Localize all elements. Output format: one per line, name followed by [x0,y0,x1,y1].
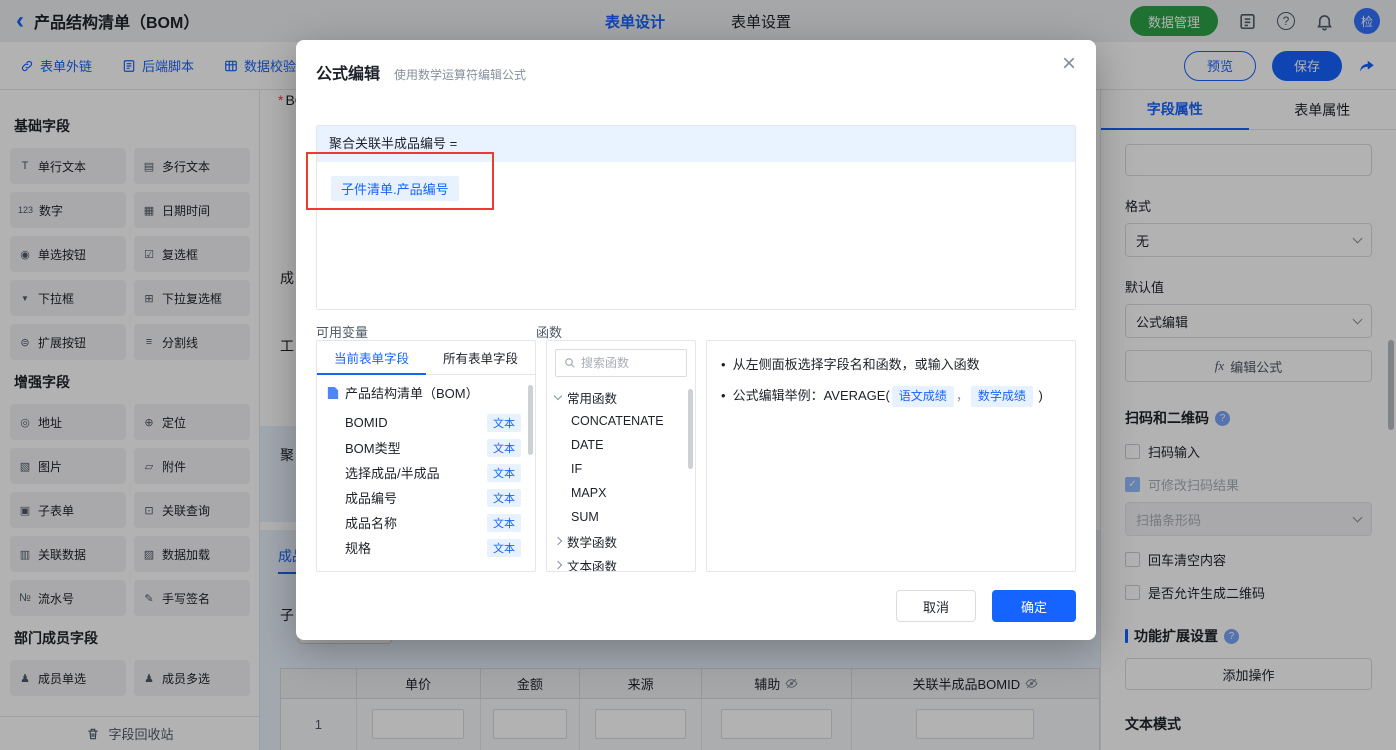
form-tree-root[interactable]: 产品结构清单（BOM） [317,375,535,410]
variable-field-row[interactable]: 成品编号 文本 [317,485,535,510]
functions-label: 函数 [536,325,563,340]
function-group-math[interactable]: 数学函数 [547,529,695,553]
example-field-chip: 语文成绩 [891,385,954,407]
variables-label: 可用变量 [316,325,369,340]
field-type-tag: 文本 [487,413,521,432]
formula-editor-body[interactable]: 子件清单.产品编号 [317,162,1075,309]
cancel-button[interactable]: 取消 [896,590,976,622]
close-icon[interactable]: × [1062,50,1076,79]
tips-panel: • 从左侧面板选择字段名和函数，或输入函数 • 公式编辑举例：AVERAGE(语文成… [706,340,1076,572]
chevron-right-icon [553,560,563,570]
dialog-subtitle: 使用数学运算符编辑公式 [394,68,527,82]
tab-all-form-fields[interactable]: 所有表单字段 [426,341,535,374]
function-item[interactable]: MAPX [547,481,695,505]
chevron-down-icon [553,391,563,400]
confirm-button[interactable]: 确定 [992,590,1076,622]
function-item[interactable]: DATE [547,433,695,457]
function-search-box [555,349,687,377]
example-field-chip: 数学成绩 [970,385,1033,407]
function-group-text[interactable]: 文本函数 [547,553,695,571]
field-type-tag: 文本 [487,463,521,482]
dialog-title: 公式编辑 [316,66,381,83]
functions-panel: 常用函数 CONCATENATE DATE IF MAPX SUM 数学函数 文… [546,340,696,572]
scrollbar-thumb[interactable] [528,385,533,455]
form-file-icon [327,386,339,400]
variable-field-row[interactable]: BOM类型 文本 [317,435,535,460]
variable-field-row[interactable]: 选择成品/半成品 文本 [317,460,535,485]
tab-current-form-fields[interactable]: 当前表单字段 [317,341,426,375]
field-type-tag: 文本 [487,438,521,457]
formula-edit-dialog: 公式编辑 使用数学运算符编辑公式 × 聚合关联半成品编号 = 子件清单.产品编号… [296,40,1096,640]
field-type-tag: 文本 [487,538,521,557]
function-group-common[interactable]: 常用函数 [547,385,695,409]
field-type-tag: 文本 [487,513,521,532]
scrollbar-thumb[interactable] [688,389,693,469]
function-item[interactable]: SUM [547,505,695,529]
variable-field-row[interactable]: 规格 文本 [317,535,535,560]
formula-target-field: 聚合关联半成品编号 = [317,126,1075,162]
search-icon [564,357,576,369]
formula-editor[interactable]: 聚合关联半成品编号 = 子件清单.产品编号 [316,125,1076,310]
variable-field-row[interactable]: BOMID 文本 [317,410,535,435]
function-item[interactable]: IF [547,457,695,481]
tip-line: • 从左侧面板选择字段名和函数，或输入函数 [721,357,980,372]
formula-field-chip[interactable]: 子件清单.产品编号 [331,176,459,201]
function-item[interactable]: CONCATENATE [547,409,695,433]
function-search-input[interactable] [581,356,678,370]
variables-panel: 当前表单字段 所有表单字段 产品结构清单（BOM） BOMID 文本 BOM类型文… [316,340,536,572]
tip-example-line: • 公式编辑举例：AVERAGE(语文成绩，数学成绩 ) [721,385,1061,407]
chevron-right-icon [553,536,563,546]
variable-field-row[interactable]: 成品名称 文本 [317,510,535,535]
field-type-tag: 文本 [487,488,521,507]
